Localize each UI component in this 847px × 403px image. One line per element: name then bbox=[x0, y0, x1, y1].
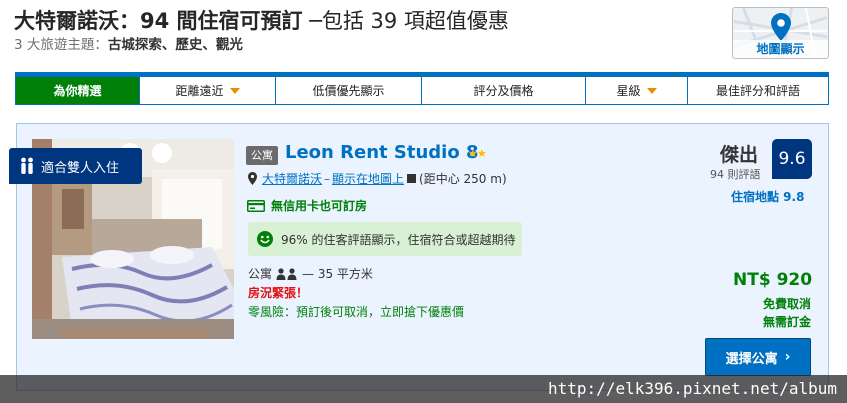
star-icon: ★ bbox=[468, 147, 478, 160]
caret-down-icon bbox=[646, 87, 657, 94]
chevron-right-icon: › bbox=[784, 349, 791, 365]
review-highlight-box: 96% 的住客評語顯示，住宿符合或超越期待 bbox=[248, 222, 522, 256]
sort-tab-label: 最佳評分和評語 bbox=[715, 84, 800, 98]
room-type: 公寓 bbox=[248, 267, 273, 281]
map-square-icon bbox=[407, 174, 417, 183]
city-link[interactable]: 大特爾諾沃 bbox=[262, 170, 322, 187]
star-icon: ★ bbox=[476, 147, 487, 160]
watermark-url: http://elk396.pixnet.net/album bbox=[0, 375, 847, 403]
distance-value: 距中心 250 m bbox=[423, 172, 502, 186]
map-pin-icon bbox=[771, 13, 791, 41]
sort-tab-stars[interactable]: 星級 bbox=[586, 77, 688, 104]
location-separator: – bbox=[324, 171, 331, 186]
sort-tab-recommended[interactable]: 為你精選 bbox=[16, 77, 140, 104]
location-pin-icon bbox=[248, 172, 257, 185]
sort-tab-score-price[interactable]: 評分及價格 bbox=[422, 77, 586, 104]
smiley-face-icon bbox=[257, 231, 273, 247]
review-score-badge[interactable]: 9.6 bbox=[772, 139, 812, 179]
free-cancellation-label: 免費取消 bbox=[763, 297, 812, 311]
star-rating: ★★ bbox=[468, 147, 487, 160]
sort-tab-label: 為你精選 bbox=[53, 84, 102, 98]
sort-tab-label: 距離遠近 bbox=[175, 84, 224, 98]
caret-down-icon bbox=[229, 87, 240, 94]
sort-tab-lowest-price[interactable]: 低價優先顯示 bbox=[276, 77, 422, 104]
review-highlight-text: 96% 的住客評語顯示，住宿符合或超越期待 bbox=[281, 232, 516, 247]
couples-badge: 適合雙人入住 bbox=[9, 148, 142, 184]
search-results-header: 大特爾諾沃：94 間住宿可預訂 ─包括 39 項超值優惠 3 大旅遊主題：古城探… bbox=[14, 6, 714, 54]
page-title: 大特爾諾沃：94 間住宿可預訂 ─包括 39 項超值優惠 bbox=[14, 6, 714, 36]
show-on-map-link[interactable]: 顯示在地圖上 bbox=[332, 170, 404, 187]
room-size: 35 平方米 bbox=[317, 267, 373, 281]
select-apartment-button[interactable]: 選擇公寓 › bbox=[705, 338, 811, 376]
location-score: 住宿地點 9.8 bbox=[731, 190, 805, 204]
review-count[interactable]: 94 則評語 bbox=[710, 166, 761, 182]
subtitle-prefix: 3 大旅遊主題： bbox=[14, 37, 108, 53]
map-view-label: 地圖顯示 bbox=[733, 40, 828, 58]
credit-card-icon bbox=[247, 199, 265, 212]
no-credit-card-text: 無信用卡也可訂房 bbox=[271, 199, 368, 213]
location-row: 大特爾諾沃 – 顯示在地圖上 (距中心 250 m) bbox=[248, 170, 507, 187]
sort-tab-distance[interactable]: 距離遠近 bbox=[140, 77, 276, 104]
scarcity-message: 房況緊張！ bbox=[248, 286, 309, 300]
page-title-main: 大特爾諾沃：94 間住宿可預訂 bbox=[14, 9, 303, 33]
subtitle-themes: 古城探索、歷史、觀光 bbox=[107, 37, 243, 53]
no-risk-message: 零風險：預訂後可取消，立即搶下優惠價 bbox=[248, 305, 465, 319]
no-credit-card-row: 無信用卡也可訂房 bbox=[247, 197, 367, 214]
page-title-deals: ─包括 39 項超值優惠 bbox=[302, 9, 509, 33]
distance-text: (距中心 250 m) bbox=[419, 172, 507, 186]
property-name-link[interactable]: Leon Rent Studio 8 bbox=[285, 142, 478, 163]
sort-tab-best-reviewed[interactable]: 最佳評分和評語 bbox=[688, 77, 828, 104]
property-type-tag: 公寓 bbox=[246, 146, 278, 165]
no-prepayment-label: 無需訂金 bbox=[763, 315, 812, 329]
room-size-dash: — bbox=[302, 266, 318, 281]
two-persons-icon bbox=[276, 267, 297, 280]
page-subtitle: 3 大旅遊主題：古城探索、歷史、觀光 bbox=[14, 36, 714, 54]
sort-tab-label: 評分及價格 bbox=[473, 84, 534, 98]
room-info-row: 公寓 — 35 平方米 bbox=[248, 265, 373, 282]
couples-badge-label: 適合雙人入住 bbox=[41, 160, 120, 176]
sort-bar: 為你精選 距離遠近 低價優先顯示 評分及價格 星級 最佳評分和評語 bbox=[15, 72, 829, 105]
price: NT$ 920 bbox=[733, 270, 813, 290]
sort-tab-label: 低價優先顯示 bbox=[312, 84, 385, 98]
map-view-button[interactable]: 地圖顯示 bbox=[732, 7, 829, 59]
couple-icon bbox=[21, 157, 33, 174]
review-score-word: 傑出 bbox=[720, 144, 759, 166]
sort-tab-label: 星級 bbox=[616, 84, 641, 98]
select-apartment-label: 選擇公寓 bbox=[725, 351, 778, 367]
